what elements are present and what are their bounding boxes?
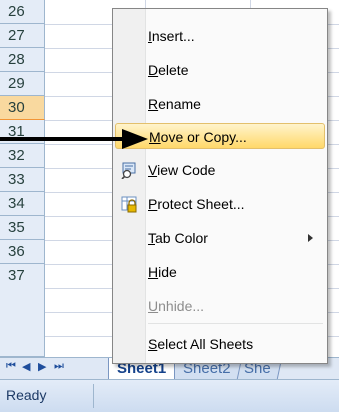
- row-header[interactable]: 34: [0, 192, 45, 216]
- row-header[interactable]: 37: [0, 264, 45, 357]
- menu-item-label: View Code: [148, 162, 216, 178]
- row-header[interactable]: 26: [0, 0, 45, 24]
- menu-item-label: Rename: [148, 96, 201, 112]
- menu-item-label: Protect Sheet...: [148, 196, 245, 212]
- menu-item-unhide[interactable]: Unhide...: [115, 293, 325, 319]
- menu-item-hide[interactable]: Hide: [115, 259, 325, 285]
- status-text: Ready: [6, 387, 47, 403]
- menu-separator: [148, 323, 323, 324]
- menu-item-tab-color[interactable]: Tab Color: [115, 225, 325, 251]
- row-header-active[interactable]: 30: [0, 96, 45, 120]
- menu-item-label: Tab Color: [148, 230, 208, 246]
- status-divider: [93, 384, 94, 408]
- menu-item-label: Select All Sheets: [148, 336, 254, 352]
- menu-item-view-code[interactable]: View Code: [115, 157, 325, 183]
- next-sheet-icon[interactable]: ▶: [38, 360, 46, 373]
- menu-item-label: Unhide...: [148, 298, 205, 314]
- menu-item-rename[interactable]: Rename: [115, 91, 325, 117]
- row-header[interactable]: 28: [0, 48, 45, 72]
- menu-item-label: Hide: [148, 264, 177, 280]
- status-bar: Ready: [0, 379, 339, 412]
- protect-sheet-icon: [121, 196, 137, 213]
- row-header[interactable]: 36: [0, 240, 45, 264]
- menu-item-insert[interactable]: Insert...: [115, 23, 325, 49]
- menu-item-delete[interactable]: Delete: [115, 57, 325, 83]
- view-code-icon: [121, 162, 136, 179]
- menu-item-label: Move or Copy...: [149, 129, 247, 145]
- pointer-arrow-icon: [0, 129, 148, 149]
- last-sheet-icon[interactable]: ⏭: [54, 360, 64, 373]
- row-header[interactable]: 27: [0, 24, 45, 48]
- submenu-arrow-icon: [308, 234, 313, 242]
- menu-item-label: Insert...: [148, 28, 195, 44]
- first-sheet-icon[interactable]: ⏮: [6, 360, 16, 373]
- menu-item-select-all-sheets[interactable]: Select All Sheets: [115, 331, 325, 357]
- menu-item-label: Delete: [148, 62, 189, 78]
- prev-sheet-icon[interactable]: ◀: [22, 360, 30, 373]
- row-header[interactable]: 35: [0, 216, 45, 240]
- menu-item-protect-sheet[interactable]: Protect Sheet...: [115, 191, 325, 217]
- sheet-context-menu: Insert... Delete Rename Move or Copy... …: [112, 8, 328, 364]
- row-header[interactable]: 33: [0, 168, 45, 192]
- row-header[interactable]: 29: [0, 72, 45, 96]
